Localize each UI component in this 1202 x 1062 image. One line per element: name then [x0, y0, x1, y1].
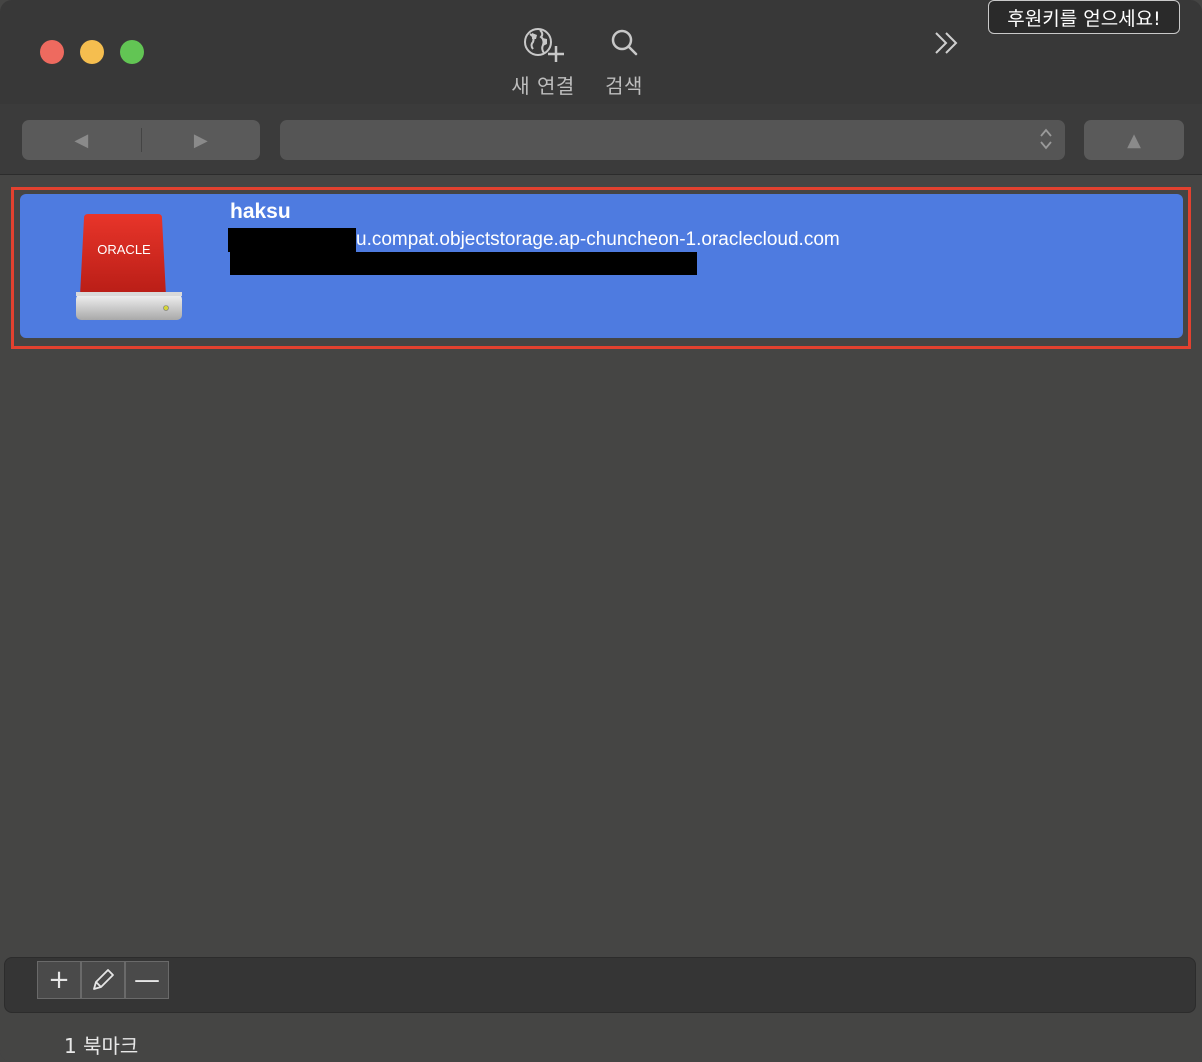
- search-icon: [611, 29, 638, 56]
- edit-bookmark-button[interactable]: [81, 961, 125, 999]
- search-button[interactable]: 검색: [592, 24, 656, 99]
- forward-arrow-icon: ▶: [193, 129, 208, 151]
- double-chevron-icon: [935, 32, 958, 54]
- bottom-action-bar: + —: [4, 957, 1196, 1013]
- forward-button[interactable]: ▶: [142, 120, 261, 160]
- toolbar-overflow-button[interactable]: [932, 28, 962, 66]
- delete-bookmark-button[interactable]: —: [125, 961, 169, 999]
- redacted-block: [228, 228, 356, 252]
- bookmark-nickname: haksu: [230, 200, 291, 223]
- back-forward-control: ◀ ▶: [22, 120, 260, 160]
- pencil-icon: [93, 969, 114, 990]
- minus-icon: —: [134, 965, 160, 995]
- parent-directory-button[interactable]: ▲: [1084, 120, 1184, 160]
- up-down-chevron-icon: [1039, 126, 1053, 156]
- oracle-drive-icon: ORACLE: [76, 214, 182, 320]
- get-donation-key-button[interactable]: 후원키를 얻으세요!: [988, 0, 1180, 34]
- up-arrow-icon: ▲: [1127, 129, 1141, 151]
- bookmark-hostname: u.compat.objectstorage.ap-chuncheon-1.or…: [228, 228, 840, 252]
- toolbar: 새 연결 검색 후원키를 얻으세요!: [0, 0, 1202, 104]
- bookmark-hostname-suffix: u.compat.objectstorage.ap-chuncheon-1.or…: [356, 229, 840, 250]
- navigation-bar: ◀ ▶ ▲: [0, 104, 1202, 175]
- drive-label: ORACLE: [97, 242, 151, 257]
- add-bookmark-button[interactable]: +: [37, 961, 81, 999]
- redacted-block: [230, 252, 697, 275]
- zoom-window-button[interactable]: [120, 40, 144, 64]
- back-arrow-icon: ◀: [74, 129, 89, 151]
- new-connection-button[interactable]: 새 연결: [503, 24, 583, 99]
- globe-plus-icon: [524, 28, 564, 62]
- minimize-window-button[interactable]: [80, 40, 104, 64]
- bookmark-row[interactable]: ORACLE haksu u.compat.objectstorage.ap-c…: [20, 194, 1183, 338]
- search-label: 검색: [605, 74, 643, 98]
- plus-icon: +: [48, 965, 70, 995]
- back-button[interactable]: ◀: [22, 120, 141, 160]
- bookmark-list: ORACLE haksu u.compat.objectstorage.ap-c…: [0, 175, 1202, 957]
- close-window-button[interactable]: [40, 40, 64, 64]
- new-connection-label: 새 연결: [511, 74, 575, 98]
- path-selector[interactable]: [280, 120, 1065, 160]
- app-window: 새 연결 검색 후원키를 얻으세요! ◀ ▶ ▲ ORACLE haksu u.…: [0, 0, 1202, 1062]
- bookmark-count: 1 북마크: [64, 1034, 139, 1058]
